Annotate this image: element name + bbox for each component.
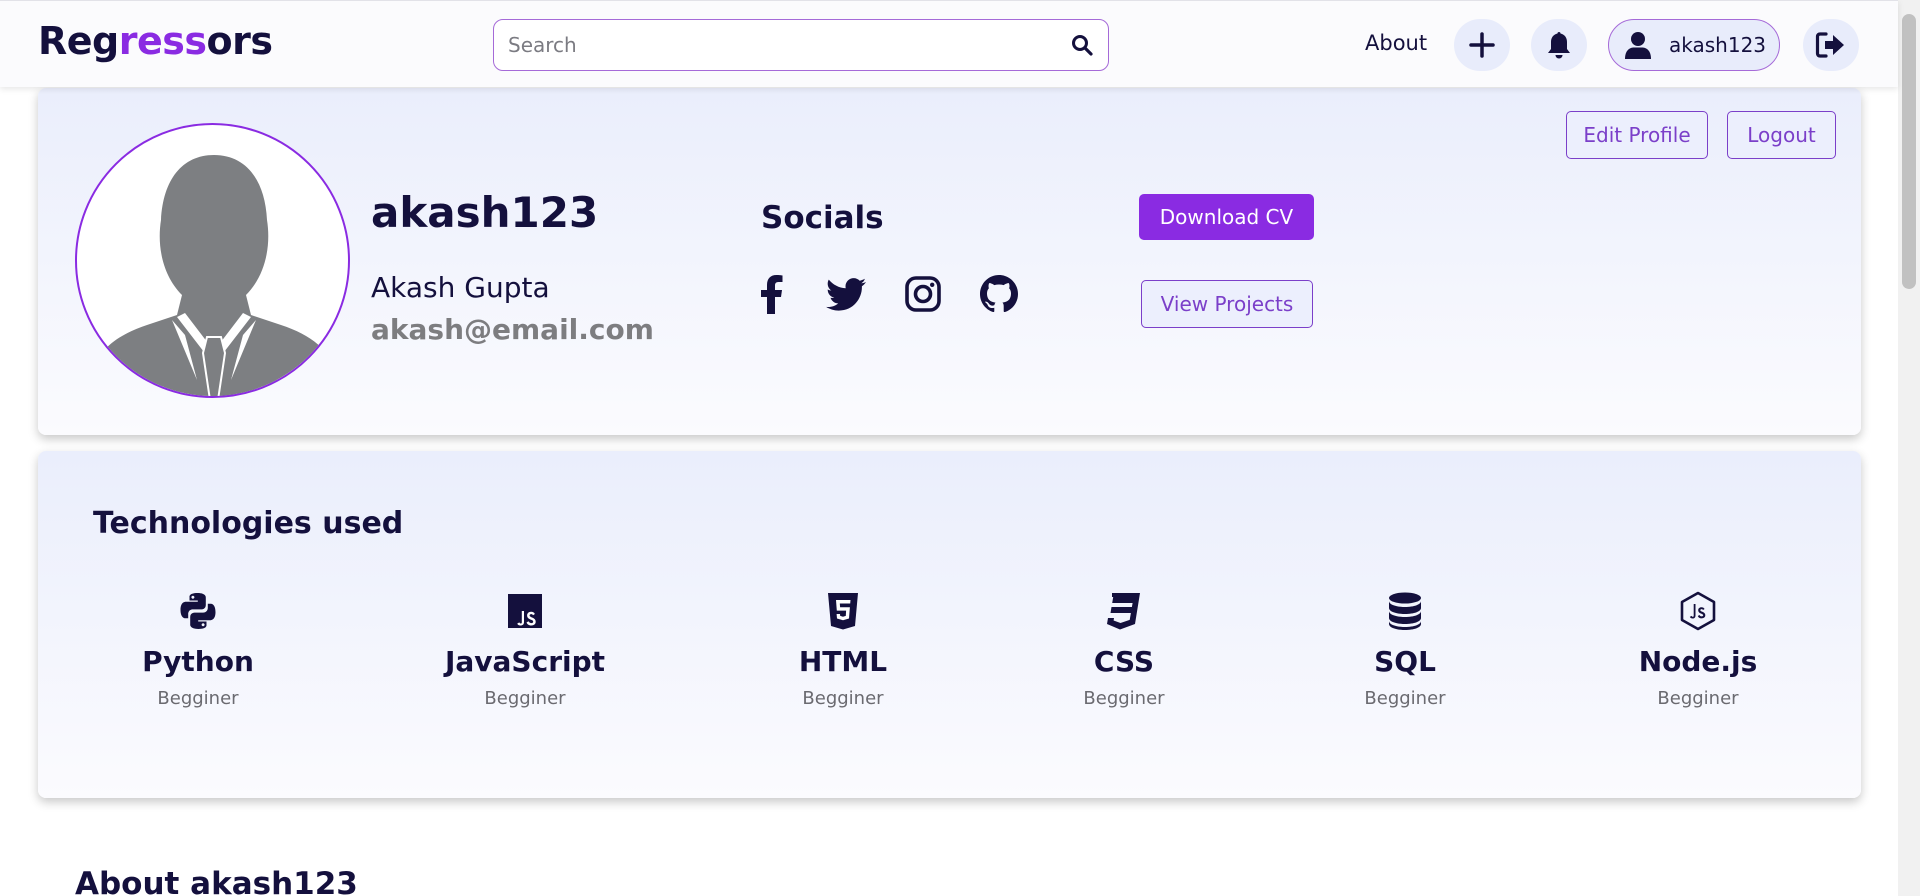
search-input[interactable]	[508, 30, 1048, 60]
profile-email: akash@email.com	[371, 313, 654, 346]
technologies-card: Technologies used Python Begginer JavaSc…	[38, 451, 1861, 798]
tech-item-javascript: JavaScript Begginer	[415, 591, 635, 709]
search-icon[interactable]	[1070, 33, 1094, 57]
tech-item-html: HTML Begginer	[733, 591, 953, 709]
tech-item-css: CSS Begginer	[1014, 591, 1234, 709]
tech-name: HTML	[798, 645, 888, 678]
facebook-icon[interactable]	[758, 274, 784, 314]
notifications-button[interactable]	[1531, 19, 1587, 71]
sign-out-icon	[1815, 32, 1844, 58]
navbar: Regressors About akash123	[0, 0, 1898, 87]
brand-logo-part-3: ors	[206, 19, 273, 63]
github-icon[interactable]	[979, 274, 1019, 314]
twitter-icon[interactable]	[825, 274, 867, 314]
bell-icon	[1548, 32, 1570, 59]
user-menu-button[interactable]: akash123	[1608, 19, 1780, 71]
avatar	[75, 123, 350, 398]
download-cv-button[interactable]: Download CV	[1139, 194, 1314, 240]
css3-icon	[1107, 593, 1140, 630]
signout-button[interactable]	[1803, 19, 1859, 71]
javascript-icon	[508, 594, 542, 628]
edit-profile-button[interactable]: Edit Profile	[1566, 111, 1708, 159]
brand-logo-part-1: Reg	[38, 19, 119, 63]
html5-icon	[828, 593, 858, 630]
default-avatar-icon	[92, 155, 336, 396]
python-icon	[180, 593, 216, 629]
logout-button[interactable]: Logout	[1727, 111, 1836, 159]
tech-level: Begginer	[1083, 688, 1165, 709]
tech-item-nodejs: Node.js Begginer	[1588, 591, 1808, 709]
about-link[interactable]: About	[1365, 31, 1427, 55]
tech-item-python: Python Begginer	[88, 591, 308, 709]
page-scrollbar[interactable]	[1898, 0, 1920, 896]
instagram-icon[interactable]	[904, 274, 942, 314]
tech-name: Node.js	[1638, 645, 1758, 678]
tech-level: Begginer	[1657, 688, 1739, 709]
tech-name: CSS	[1093, 645, 1155, 678]
scrollbar-thumb[interactable]	[1902, 14, 1916, 289]
profile-full-name: Akash Gupta	[371, 271, 550, 304]
tech-level: Begginer	[1364, 688, 1446, 709]
nodejs-icon	[1680, 591, 1716, 631]
technologies-title: Technologies used	[93, 506, 404, 541]
socials-title: Socials	[761, 200, 884, 236]
tech-level: Begginer	[484, 688, 566, 709]
brand-logo-part-2: ress	[118, 19, 207, 63]
tech-name: JavaScript	[444, 645, 606, 678]
user-menu-username: akash123	[1669, 33, 1767, 57]
profile-username: akash123	[371, 188, 599, 237]
view-projects-button[interactable]: View Projects	[1141, 280, 1313, 328]
tech-level: Begginer	[802, 688, 884, 709]
database-icon	[1389, 592, 1421, 630]
tech-name: SQL	[1374, 645, 1436, 678]
add-button[interactable]	[1454, 19, 1510, 71]
tech-level: Begginer	[157, 688, 239, 709]
tech-item-sql: SQL Begginer	[1295, 591, 1515, 709]
tech-name: Python	[142, 645, 254, 678]
user-icon	[1625, 32, 1651, 59]
search-bar	[493, 19, 1109, 71]
plus-icon	[1469, 32, 1495, 58]
about-section-title: About akash123	[75, 866, 358, 896]
brand-logo[interactable]: Regressors	[38, 19, 273, 63]
profile-card: akash123 Akash Gupta akash@email.com Soc…	[38, 88, 1861, 435]
